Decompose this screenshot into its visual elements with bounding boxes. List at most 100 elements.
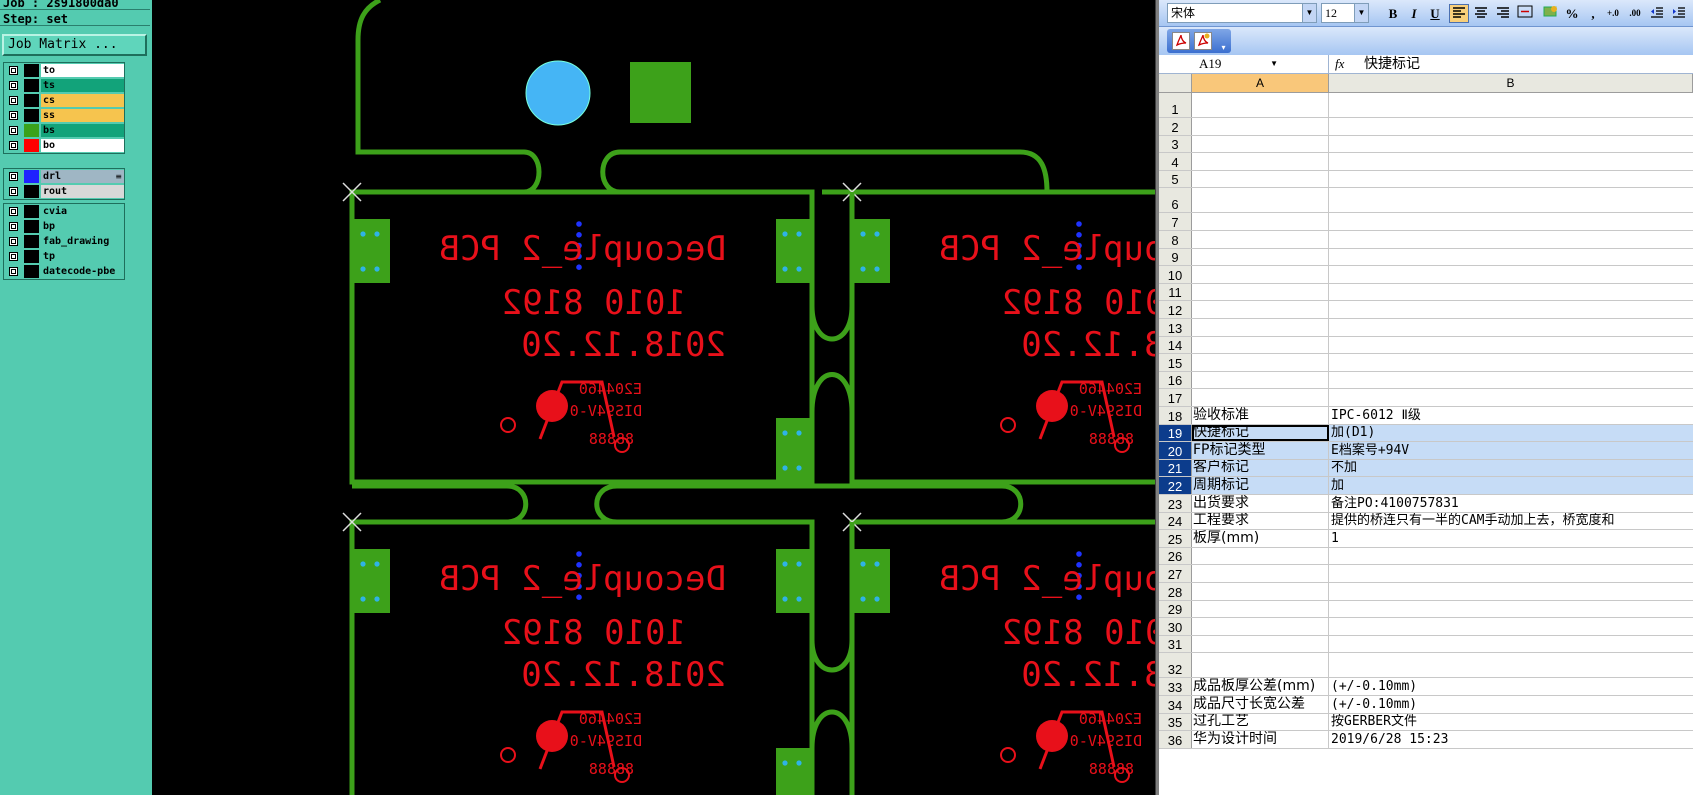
cell-b[interactable] [1329,354,1693,371]
cell-b[interactable] [1329,372,1693,389]
toolbar-options-icon[interactable]: ▾ [1219,33,1228,52]
cell-a[interactable] [1192,653,1329,678]
cell-a[interactable] [1192,153,1329,170]
bold-button[interactable]: B [1383,4,1403,23]
table-row[interactable]: 35 过孔工艺 按GERBER文件 [1159,713,1693,732]
select-all-corner[interactable] [1159,74,1192,92]
layer-row[interactable]: to [4,63,124,78]
cell-b[interactable]: 1 [1329,530,1693,547]
cell-b[interactable] [1329,583,1693,600]
table-row[interactable]: 13 [1159,319,1693,337]
fx-icon[interactable]: fx [1335,55,1344,73]
layer-name[interactable]: drl [41,170,124,183]
pdf-icon[interactable] [1172,32,1190,50]
pcb-graphic-canvas[interactable]: Decouple_2 PCB 1010 8192 2018.12.20 E204460… [152,0,1155,795]
cell-b[interactable] [1329,565,1693,582]
row-header[interactable]: 1 [1159,93,1192,117]
decrease-indent-button[interactable] [1647,4,1667,23]
cell-a[interactable]: 华为设计时间 [1192,731,1329,748]
layer-checkbox[interactable] [9,81,18,90]
layer-checkbox[interactable] [9,96,18,105]
layer-color-swatch[interactable] [24,185,39,198]
layer-name[interactable]: bs [41,124,124,137]
cell-b[interactable]: 按GERBER文件 [1329,714,1693,731]
pcb-drawing[interactable]: Decouple_2 PCB1010 81922018.12.20E204460… [152,0,1155,795]
cell-b[interactable] [1329,319,1693,336]
layer-name[interactable]: ss [41,109,124,122]
cell-a[interactable]: 客户标记 [1192,459,1329,477]
cell-a[interactable] [1192,336,1329,354]
row-header[interactable]: 24 [1159,512,1192,530]
layer-row[interactable]: rout [4,184,124,199]
layer-checkbox[interactable] [9,111,18,120]
layer-color-swatch[interactable] [24,220,39,233]
table-row[interactable]: 8 [1159,231,1693,249]
table-row[interactable]: 33 成品板厚公差(mm) (+/-0.10mm) [1159,678,1693,696]
table-row[interactable]: 15 [1159,354,1693,372]
row-header[interactable]: 17 [1159,389,1192,406]
cell-b[interactable] [1329,389,1693,406]
currency-button[interactable] [1541,4,1561,23]
row-header[interactable]: 4 [1159,153,1192,170]
layer-color-swatch[interactable] [24,265,39,278]
table-row[interactable]: 6 [1159,188,1693,214]
row-header[interactable]: 22 [1159,477,1192,494]
cell-a[interactable] [1192,389,1329,406]
cell-a[interactable] [1192,354,1329,371]
table-row[interactable]: 36 华为设计时间 2019/6/28 15:23 [1159,731,1693,749]
chevron-down-icon[interactable]: ▼ [1354,4,1368,22]
cell-b[interactable] [1329,93,1693,117]
layer-checkbox[interactable] [9,172,18,181]
cell-a[interactable]: 板厚(mm) [1192,530,1329,547]
table-row[interactable]: 7 [1159,213,1693,231]
spreadsheet-grid[interactable]: 1 2 3 4 5 6 7 8 9 10 11 12 13 14 15 16 17 18 验收标准 IPC-6012 … [1159,93,1693,795]
row-header[interactable]: 33 [1159,678,1192,695]
layer-checkbox[interactable] [9,207,18,216]
cell-b[interactable] [1329,171,1693,188]
underline-button[interactable]: U [1425,4,1445,23]
cell-b[interactable]: 2019/6/28 15:23 [1329,731,1693,748]
layer-row[interactable]: cs [4,93,124,108]
cell-a[interactable] [1192,135,1329,153]
layer-color-swatch[interactable] [24,79,39,92]
cell-b[interactable] [1329,188,1693,212]
table-row[interactable]: 28 [1159,583,1693,601]
align-right-button[interactable] [1493,4,1513,23]
cell-a[interactable] [1192,301,1329,318]
table-row[interactable]: 14 [1159,336,1693,355]
table-row[interactable]: 17 [1159,389,1693,407]
layer-row[interactable]: bp [4,219,124,234]
layer-name[interactable]: rout [41,185,124,198]
row-header[interactable]: 23 [1159,495,1192,512]
table-row[interactable]: 24 工程要求 提供的桥连只有一半的CAM手动加上去，桥宽度和 [1159,512,1693,531]
layer-row[interactable]: bs [4,123,124,138]
layer-color-swatch[interactable] [24,170,39,183]
cell-b[interactable]: 加 [1329,477,1693,494]
row-header[interactable]: 32 [1159,653,1192,678]
table-row[interactable]: 12 [1159,301,1693,319]
row-header[interactable]: 27 [1159,565,1192,582]
row-header[interactable]: 12 [1159,301,1192,318]
row-header[interactable]: 21 [1159,459,1192,477]
table-row[interactable]: 26 [1159,547,1693,566]
layer-name[interactable]: ts [41,79,124,92]
cell-a[interactable] [1192,170,1329,188]
cell-a[interactable]: 验收标准 [1192,407,1329,424]
layer-row[interactable]: bo [4,138,124,153]
cell-a[interactable] [1192,371,1329,389]
merge-center-button[interactable] [1515,4,1535,23]
name-box[interactable]: A19 ▼ [1159,55,1329,73]
table-row[interactable]: 18 验收标准 IPC-6012 Ⅱ级 [1159,407,1693,425]
table-row[interactable]: 3 [1159,135,1693,154]
cell-b[interactable] [1329,337,1693,354]
row-header[interactable]: 11 [1159,283,1192,301]
cell-b[interactable] [1329,653,1693,677]
cell-a[interactable] [1192,618,1329,635]
cell-a[interactable] [1192,93,1329,117]
formula-input[interactable]: 快捷标记 [1364,55,1420,73]
layer-color-swatch[interactable] [24,235,39,248]
layer-name[interactable]: bo [41,139,124,152]
cell-b[interactable]: E档案号+94V [1329,442,1693,459]
cell-a[interactable] [1192,319,1329,336]
cell-b[interactable] [1329,118,1693,135]
